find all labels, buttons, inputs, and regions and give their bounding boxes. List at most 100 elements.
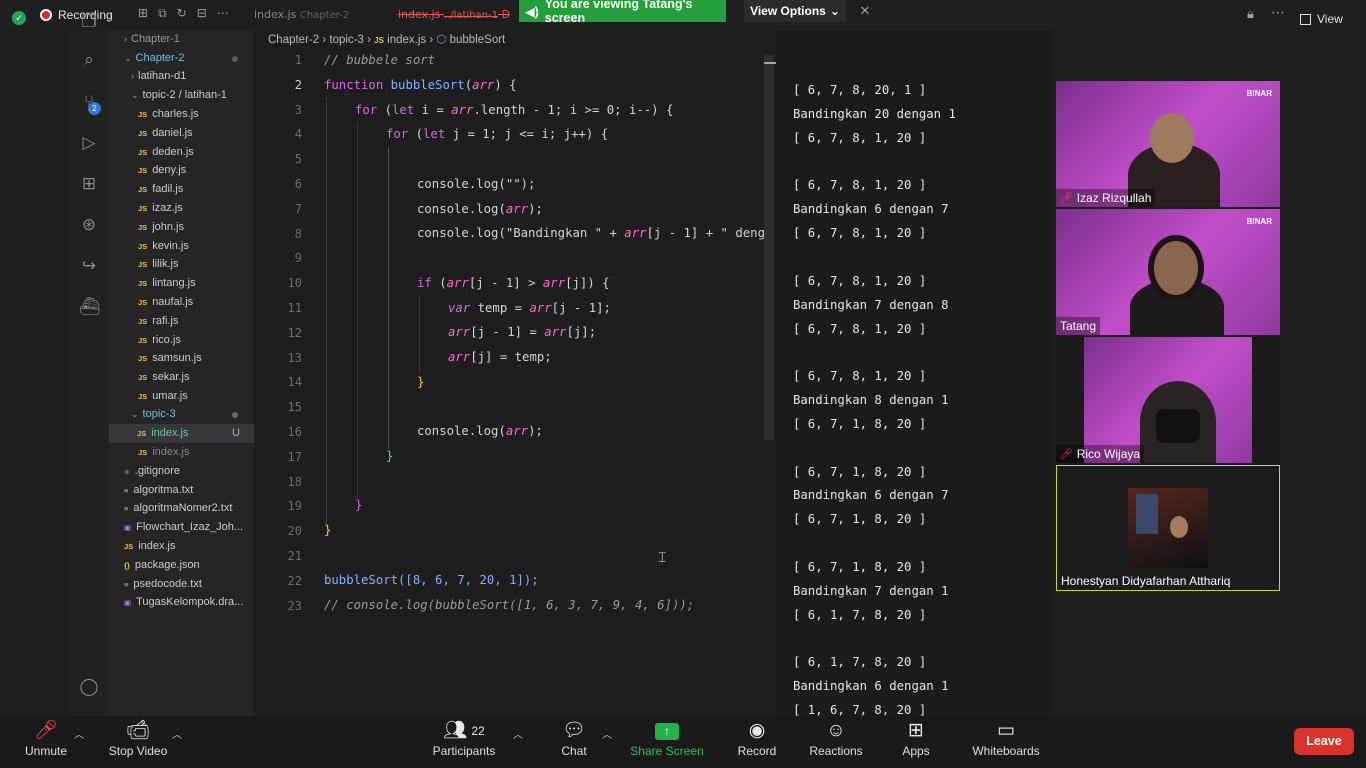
- file-list-item[interactable]: ▣ Flowchart_Izaz_Joh...: [124, 518, 243, 537]
- breadcrumb-item[interactable]: Chapter-2: [268, 34, 319, 46]
- audio-options-caret[interactable]: ︿: [74, 726, 84, 741]
- file-list-item[interactable]: JS sekar.js: [138, 368, 189, 387]
- indent-guide: [419, 296, 420, 374]
- video-tile-honestyan[interactable]: Honestyan Didyafarhan Atthariq: [1056, 465, 1280, 591]
- tab-2-label: index.js: [398, 8, 441, 21]
- breadcrumb-item[interactable]: bubbleSort: [450, 34, 506, 46]
- file-topic3-index-js[interactable]: JS index.js U: [109, 424, 254, 443]
- file-list-item[interactable]: ◈ .gitignore: [124, 462, 180, 481]
- console-line: [ 6, 1, 7, 8, 20 ]: [793, 655, 927, 670]
- collapse-icon[interactable]: ⊟: [197, 6, 207, 21]
- file-type-icon: ▣: [124, 523, 132, 533]
- record-button[interactable]: ◉ Record: [736, 718, 778, 758]
- leave-button[interactable]: Leave: [1294, 728, 1354, 755]
- view-button[interactable]: View: [1300, 8, 1343, 30]
- docker-icon[interactable]: ⛴: [79, 297, 101, 317]
- file-list-item[interactable]: JS index.js: [124, 537, 175, 556]
- breadcrumb-item[interactable]: index.js: [387, 34, 426, 46]
- breadcrumb-item[interactable]: topic-3: [329, 34, 364, 46]
- git-graph-icon[interactable]: ⊛: [79, 215, 99, 235]
- view-options-button[interactable]: View Options ⌄: [744, 0, 846, 22]
- video-tile-izaz[interactable]: BINAR 🎤︎ Izaz Rizqullah: [1056, 81, 1280, 207]
- console-line: Bandingkan 7 dengan 1: [793, 583, 949, 598]
- folder-label: topic-2 / latihan-1: [142, 89, 227, 101]
- file-list-item[interactable]: ▣ TugasKelompok.dra...: [124, 593, 243, 612]
- video-tile-rico[interactable]: 🎤︎ Rico Wijaya: [1056, 337, 1280, 463]
- file-list-item[interactable]: JS daniel.js: [138, 124, 193, 143]
- chevron-down-icon: ⌄: [829, 4, 840, 18]
- new-folder-icon[interactable]: ⧉: [158, 6, 167, 21]
- file-list-item[interactable]: JS rafi.js: [138, 312, 178, 331]
- banner-text: You are viewing Tatang's screen: [544, 0, 693, 25]
- code-line-14: }: [417, 375, 425, 389]
- file-list-item[interactable]: JS deny.js: [138, 161, 186, 180]
- folder-topic-3[interactable]: ⌄ topic-3: [131, 405, 176, 424]
- files-icon[interactable]: ❐: [79, 12, 99, 32]
- participants-options-caret[interactable]: ︿: [513, 726, 523, 741]
- more-icon[interactable]: ⋯: [1271, 4, 1285, 21]
- file-list-item[interactable]: ≡ psedocode.txt: [124, 575, 202, 594]
- file-list-item[interactable]: JS umar.js: [138, 387, 188, 406]
- file-list-item[interactable]: JS izaz.js: [138, 199, 183, 218]
- chat-options-caret[interactable]: ︿: [602, 726, 612, 741]
- file-type-icon: ≡: [124, 579, 129, 589]
- folder-chapter-1[interactable]: › Chapter-1: [124, 30, 180, 49]
- more-actions-icon[interactable]: ⋯: [217, 6, 229, 21]
- console-line: [ 6, 7, 1, 8, 20 ]: [793, 512, 927, 527]
- file-list-item[interactable]: JS fadil.js: [138, 180, 183, 199]
- line-number: 8: [294, 226, 302, 241]
- extensions-icon[interactable]: ⊞: [79, 174, 99, 194]
- file-list-item[interactable]: ≡ algoritmaNomer2.txt: [124, 499, 232, 518]
- close-icon[interactable]: ✕: [858, 4, 872, 18]
- js-file-icon: JS: [138, 316, 148, 326]
- editor-tab-2[interactable]: index.js ../latihan-1 D: [398, 8, 510, 21]
- video-options-caret[interactable]: ︿: [172, 726, 182, 741]
- file-list-item[interactable]: JS index.js: [138, 443, 189, 462]
- console-line: [ 6, 7, 8, 1, 20 ]: [793, 226, 927, 241]
- file-list-item[interactable]: ≡ algoritma.txt: [124, 481, 193, 500]
- account-icon[interactable]: ◯: [79, 677, 99, 697]
- refresh-icon[interactable]: ↻: [177, 6, 187, 21]
- stop-video-button[interactable]: 📹︎ Stop Video: [106, 718, 170, 758]
- folder-chapter-2[interactable]: ⌄ Chapter-2: [124, 49, 184, 68]
- file-list-item[interactable]: JS samsun.js: [138, 349, 202, 368]
- binar-logo: BINAR: [1246, 89, 1272, 98]
- code-line-6: console.log("");: [417, 177, 536, 191]
- reactions-button[interactable]: ☺ Reactions: [808, 718, 864, 758]
- file-list-item[interactable]: JS lintang.js: [138, 274, 196, 293]
- search-icon[interactable]: ⌕: [79, 50, 99, 70]
- lock-icon[interactable]: 🔒︎: [1247, 6, 1254, 22]
- participants-button[interactable]: 👥︎ 22 Participants: [430, 718, 498, 758]
- line-number: 5: [294, 152, 302, 167]
- apps-button[interactable]: ⊞ Apps: [900, 718, 932, 758]
- file-list-item[interactable]: JS john.js: [138, 218, 184, 237]
- file-label: kevin.js: [152, 239, 189, 252]
- unmute-button[interactable]: 🎤︎ Unmute: [24, 718, 68, 758]
- whiteboards-button[interactable]: ▭ Whiteboards: [970, 718, 1042, 758]
- file-list-item[interactable]: JS charles.js: [138, 105, 199, 124]
- participants-count: 22: [471, 724, 485, 738]
- file-list-item[interactable]: JS kevin.js: [138, 237, 189, 256]
- folder-label: latihan-d1: [138, 70, 187, 82]
- line-number: 6: [294, 177, 302, 191]
- file-list-item[interactable]: JS deden.js: [138, 143, 194, 162]
- file-list-item[interactable]: JS naufal.js: [138, 293, 193, 312]
- recording-indicator[interactable]: Recording: [40, 6, 113, 24]
- share-screen-button[interactable]: ↑ Share Screen: [630, 718, 704, 758]
- security-shield-icon[interactable]: ✓: [12, 11, 26, 25]
- folder-latihan-d1[interactable]: › latihan-d1: [131, 67, 186, 86]
- editor-scrollbar[interactable]: [764, 55, 774, 440]
- chat-button[interactable]: 💬︎ Chat: [558, 718, 590, 758]
- editor-tab-1[interactable]: index.js Chapter-2: [254, 8, 349, 21]
- file-list-item[interactable]: {} package.json: [124, 556, 200, 575]
- file-list-item[interactable]: JS rico.js: [138, 331, 181, 350]
- folder-topic-2[interactable]: ⌄ topic-2 / latihan-1: [131, 86, 227, 105]
- new-file-icon[interactable]: ⊞: [138, 6, 148, 21]
- file-label: charles.js: [152, 108, 199, 120]
- file-list-item[interactable]: JS lilik.js: [138, 255, 178, 274]
- console-line: [ 6, 7, 1, 8, 20 ]: [793, 416, 927, 431]
- remote-explorer-icon[interactable]: ↪: [79, 256, 99, 276]
- video-tile-tatang[interactable]: BINAR Tatang: [1056, 209, 1280, 335]
- run-debug-icon[interactable]: ▷: [79, 133, 99, 153]
- js-file-icon: JS: [138, 147, 148, 157]
